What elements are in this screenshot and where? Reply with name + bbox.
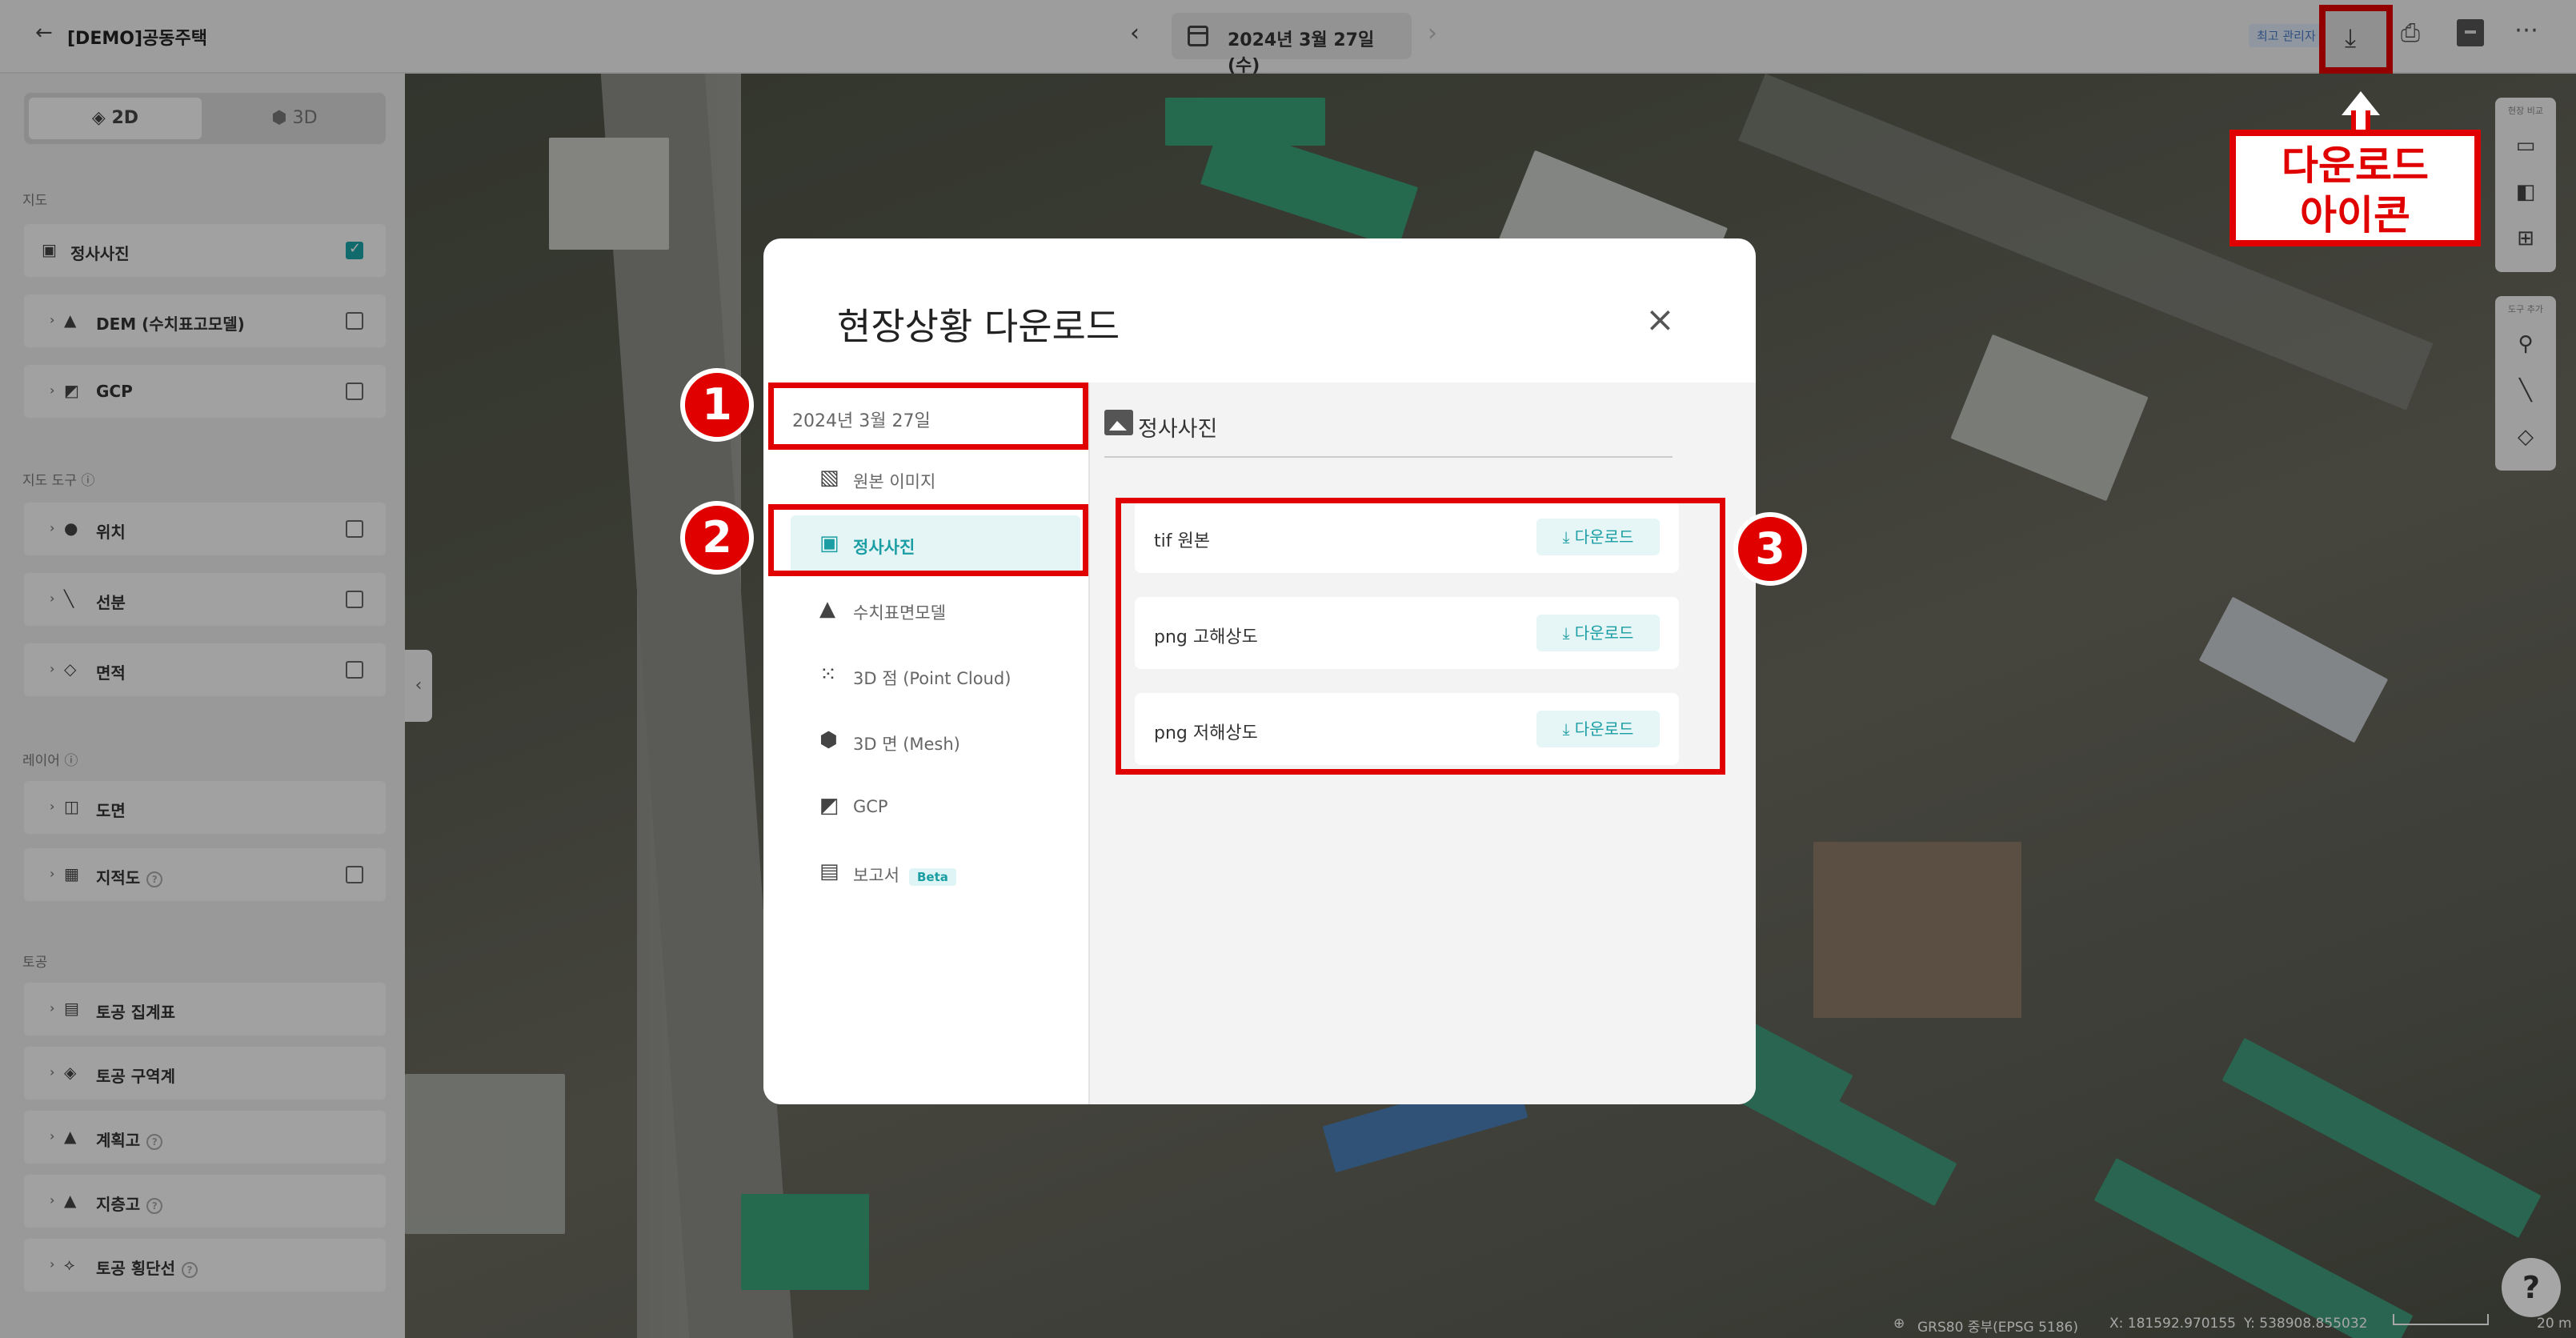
nav-item-label: 수치표면모델 — [853, 603, 946, 623]
mountain-icon: ▲ — [819, 597, 835, 621]
annotation-number-1: 1 — [680, 368, 754, 442]
close-icon[interactable]: × — [1645, 299, 1675, 340]
nav-item-label: 3D 면 (Mesh) — [853, 735, 960, 754]
highlight-orthophoto — [768, 504, 1088, 576]
download-icon-callout: 다운로드 아이콘 — [2229, 130, 2481, 246]
nav-item-label-text: 보고서 — [853, 866, 899, 885]
nav-item-label: 3D 점 (Point Cloud) — [853, 669, 1012, 688]
nav-item-point-cloud[interactable]: ⁙ 3D 점 (Point Cloud) — [791, 647, 1080, 704]
callout-line-2: 아이콘 — [2300, 192, 2410, 238]
nav-item-dsm[interactable]: ▲ 수치표면모델 — [791, 581, 1080, 639]
annotation-number-2: 2 — [680, 501, 754, 575]
nav-item-gcp[interactable]: ◩ GCP — [791, 778, 1080, 835]
modal-nav: 2024년 3월 27일 ▧ 원본 이미지 ▣ 정사사진 ▲ 수치표면모델 ⁙ … — [763, 383, 1090, 1104]
modal-title: 현장상황 다운로드 — [837, 305, 1120, 348]
nav-item-label: GCP — [853, 797, 888, 816]
divider — [1104, 456, 1673, 458]
annotation-number-3: 3 — [1733, 512, 1807, 586]
point-cloud-icon: ⁙ — [819, 663, 837, 687]
beta-badge: Beta — [908, 868, 956, 886]
nav-item-label: 보고서 Beta — [853, 863, 956, 887]
highlight-date — [768, 383, 1088, 450]
gcp-icon: ◩ — [819, 794, 839, 818]
callout-line-1: 다운로드 — [2282, 142, 2429, 189]
nav-item-report[interactable]: ▤ 보고서 Beta — [791, 843, 1080, 901]
cube-icon: ⬢ — [819, 728, 838, 752]
highlight-files — [1116, 498, 1725, 775]
nav-item-label: 원본 이미지 — [853, 472, 936, 491]
section-title: 정사사진 — [1138, 417, 1218, 442]
images-icon: ▧ — [819, 466, 839, 490]
nav-item-raw-images[interactable]: ▧ 원본 이미지 — [791, 450, 1080, 507]
image-icon — [1104, 410, 1133, 435]
nav-item-mesh[interactable]: ⬢ 3D 면 (Mesh) — [791, 712, 1080, 770]
document-icon: ▤ — [819, 859, 839, 883]
